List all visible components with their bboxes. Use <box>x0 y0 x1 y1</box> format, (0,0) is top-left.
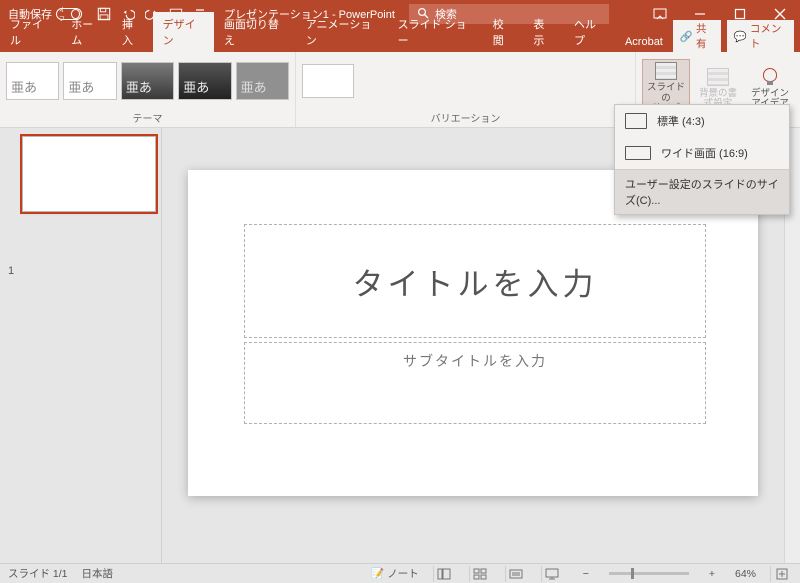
tab-design[interactable]: デザイン <box>153 12 214 52</box>
share-icon: 🔗 <box>680 30 693 43</box>
tab-home[interactable]: ホーム <box>61 12 112 52</box>
theme-thumb[interactable]: 亜あ <box>63 62 116 100</box>
aspect-4-3-icon <box>625 113 647 129</box>
menu-item-label: ワイド画面 (16:9) <box>661 145 748 161</box>
slide-thumbnail-pane[interactable]: 1 <box>0 128 162 563</box>
tab-animations[interactable]: アニメーション <box>296 12 388 52</box>
slide-size-widescreen[interactable]: ワイド画面 (16:9) <box>615 137 789 169</box>
theme-thumb[interactable]: 亜あ <box>121 62 174 100</box>
theme-thumb[interactable]: 亜あ <box>6 62 59 100</box>
theme-thumb[interactable]: 亜あ <box>178 62 231 100</box>
design-ideas-icon <box>759 68 781 86</box>
comment-icon: 💬 <box>734 30 747 43</box>
slide-counter[interactable]: スライド 1/1 <box>8 566 68 581</box>
tab-acrobat[interactable]: Acrobat <box>615 32 673 52</box>
zoom-percent[interactable]: 64% <box>735 568 756 580</box>
tab-review[interactable]: 校閲 <box>483 12 524 52</box>
slide-thumbnail[interactable] <box>22 136 156 212</box>
title-placeholder-text: タイトルを入力 <box>353 259 598 304</box>
tab-transitions[interactable]: 画面切り替え <box>214 12 296 52</box>
thumb-number: 1 <box>8 265 14 277</box>
notes-button[interactable]: 📝 ノート <box>371 566 419 581</box>
zoom-out-button[interactable]: − <box>577 568 595 580</box>
theme-thumb[interactable]: 亜あ <box>236 62 289 100</box>
slideshow-view-button[interactable] <box>541 566 563 582</box>
menu-item-label: 標準 (4:3) <box>657 113 705 129</box>
slide-size-custom[interactable]: ユーザー設定のスライドのサイズ(C)... <box>615 169 789 214</box>
aspect-16-9-icon <box>625 146 651 160</box>
slide-sorter-view-button[interactable] <box>469 566 491 582</box>
tab-file[interactable]: ファイル <box>0 12 61 52</box>
zoom-in-button[interactable]: + <box>703 568 721 580</box>
fit-to-window-button[interactable] <box>770 566 792 582</box>
ribbon-tabs: ファイル ホーム 挿入 デザイン 画面切り替え アニメーション スライド ショー… <box>0 28 800 52</box>
background-format-icon <box>707 68 729 86</box>
ribbon-group-label: バリエーション <box>296 110 635 127</box>
status-bar: スライド 1/1 日本語 📝 ノート − + 64% <box>0 563 800 583</box>
tab-insert[interactable]: 挿入 <box>112 12 153 52</box>
subtitle-placeholder[interactable]: サブタイトルを入力 <box>244 342 706 424</box>
zoom-slider[interactable] <box>609 572 689 575</box>
menu-item-label: ユーザー設定のスライドのサイズ(C)... <box>625 176 779 208</box>
slide-size-dropdown: 標準 (4:3) ワイド画面 (16:9) ユーザー設定のスライドのサイズ(C)… <box>614 104 790 215</box>
normal-view-button[interactable] <box>433 566 455 582</box>
slide-size-standard[interactable]: 標準 (4:3) <box>615 105 789 137</box>
ribbon-group-label: テーマ <box>0 110 295 127</box>
comments-button[interactable]: 💬コメント <box>727 20 794 52</box>
tab-help[interactable]: ヘルプ <box>564 12 615 52</box>
ribbon-group-themes: 亜あ 亜あ 亜あ 亜あ 亜あ テーマ <box>0 52 296 127</box>
slide[interactable]: タイトルを入力 サブタイトルを入力 <box>188 170 758 496</box>
ribbon-group-variations: バリエーション <box>296 52 636 127</box>
slide-size-icon <box>655 62 677 80</box>
tab-view[interactable]: 表示 <box>523 12 564 52</box>
subtitle-placeholder-text: サブタイトルを入力 <box>403 351 547 371</box>
variation-thumb[interactable] <box>302 64 354 98</box>
title-placeholder[interactable]: タイトルを入力 <box>244 224 706 338</box>
share-button[interactable]: 🔗共有 <box>673 20 721 52</box>
reading-view-button[interactable] <box>505 566 527 582</box>
tab-slideshow[interactable]: スライド ショー <box>388 12 483 52</box>
language-indicator[interactable]: 日本語 <box>82 566 114 581</box>
